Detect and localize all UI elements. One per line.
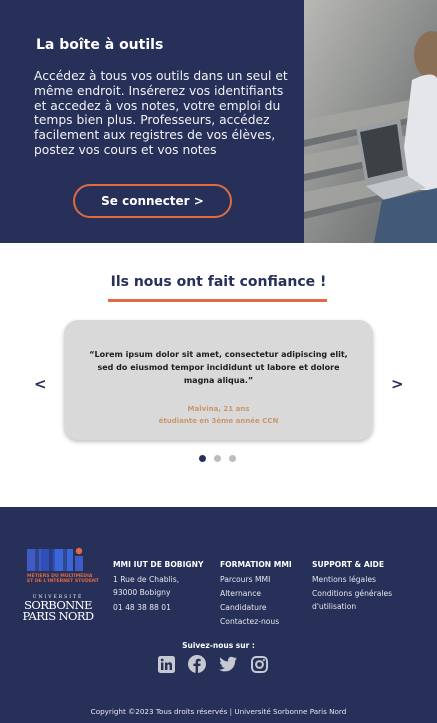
testimonial-card: “Lorem ipsum dolor sit amet, consectetur… [64, 320, 373, 440]
carousel-dot[interactable] [199, 455, 206, 462]
copyright-text: Copyright ©2023 Tous droits réservés | U… [90, 707, 347, 716]
carousel-dots [199, 455, 236, 462]
author-role: étudiante en 3ème année CCN [158, 417, 279, 425]
footer-link-support[interactable]: Conditions générales d'utilisation [312, 588, 407, 613]
mmi-subtitle-line-2: ET DE L'INTERNET STUDENT [27, 579, 99, 584]
linkedin-icon[interactable] [157, 655, 175, 673]
footer-column-iut: MMI IUT DE BOBIGNY 1 Rue de Chablis, 930… [113, 560, 213, 616]
footer: MÉTIERS DU MULTIMÉDIA ET DE L'INTERNET S… [0, 507, 437, 723]
footer-column-title: MMI IUT DE BOBIGNY [113, 560, 204, 569]
address-line-2: 93000 Bobigny [113, 587, 171, 597]
footer-column-formation: FORMATION MMI Parcours MMI Alternance Cand… [220, 560, 300, 630]
footer-link-formation[interactable]: Candidature [220, 602, 300, 615]
footer-column-title: FORMATION MMI [220, 560, 292, 569]
hero-description: Accédez à tous vos outils dans un seul e… [34, 69, 288, 157]
footer-link-formation[interactable]: Parcours MMI [220, 574, 300, 587]
sorbonne-logo[interactable]: UNIVERSITÉ SORBONNE PARIS NORD [20, 595, 96, 622]
twitter-icon[interactable] [219, 655, 237, 673]
student-laptop-photo [304, 0, 437, 243]
testimonial-author: Malvina, 21 ans étudiante en 3ème année … [64, 403, 373, 427]
carousel-next-button[interactable]: > [391, 375, 404, 393]
footer-column-support: SUPPORT & AIDE Mentions légales Condition… [312, 560, 407, 615]
title-underline [108, 299, 327, 302]
phone-number: 01 48 38 88 01 [113, 603, 171, 612]
follow-us-label: Suivez-nous sur : [182, 641, 255, 650]
hero-section: La boîte à outils Accédez à tous vos out… [0, 0, 437, 243]
author-name: Malvina, 21 ans [187, 405, 250, 413]
carousel-prev-button[interactable]: < [34, 375, 47, 393]
mmi-logo-subtitle: MÉTIERS DU MULTIMÉDIA ET DE L'INTERNET S… [27, 574, 99, 584]
carousel-dot[interactable] [214, 455, 221, 462]
carousel-dot[interactable] [229, 455, 236, 462]
testimonial-quote: “Lorem ipsum dolor sit amet, consectetur… [89, 350, 348, 385]
footer-link-formation[interactable]: Contactez-nous [220, 616, 300, 629]
hero-title: La boîte à outils [36, 37, 164, 53]
mmi-logo-mark [27, 547, 83, 571]
footer-link-support[interactable]: Mentions légales [312, 574, 407, 587]
address-line-1: 1 Rue de Chablis, [113, 575, 180, 584]
facebook-icon[interactable] [188, 655, 206, 673]
footer-column-title: SUPPORT & AIDE [312, 560, 385, 569]
sorbonne-logo-line-2: PARIS NORD [22, 609, 94, 623]
testimonials-title: Ils nous ont fait confiance ! [110, 274, 327, 290]
footer-link-formation[interactable]: Alternance [220, 588, 300, 601]
instagram-icon[interactable] [250, 655, 268, 673]
social-links [157, 655, 268, 673]
connect-button[interactable]: Se connecter > [73, 184, 232, 218]
testimonials-section: Ils nous ont fait confiance ! < “Lorem i… [0, 243, 437, 507]
